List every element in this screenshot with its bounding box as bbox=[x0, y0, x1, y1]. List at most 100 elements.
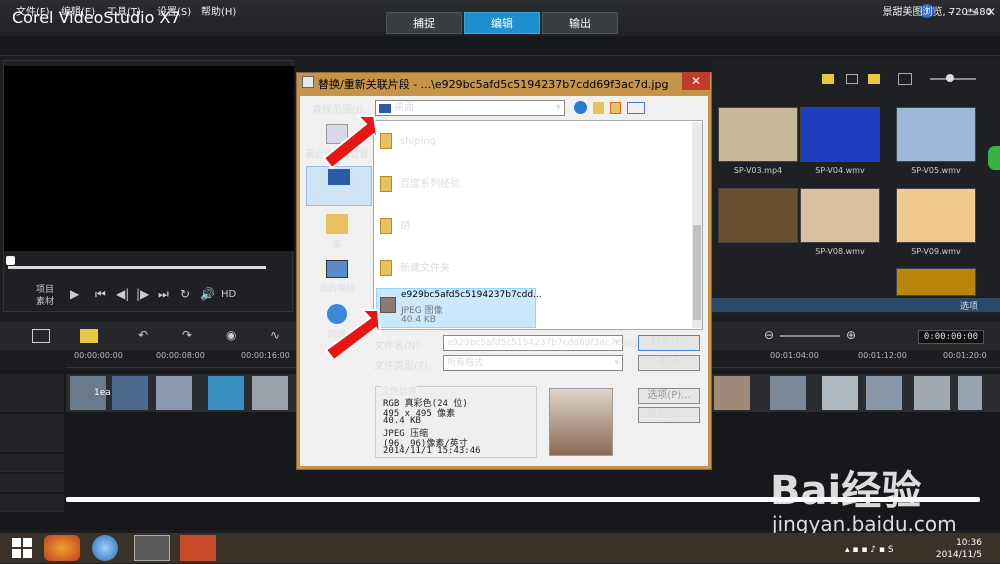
voice-track-header[interactable] bbox=[0, 474, 64, 492]
place-libraries[interactable]: 库 bbox=[304, 214, 370, 250]
timecode-display[interactable]: 0:00:00:00 bbox=[918, 330, 984, 344]
hd-button[interactable]: HD bbox=[221, 289, 236, 300]
view-thumbnail-icon[interactable] bbox=[822, 74, 834, 84]
clip-mode-label[interactable]: 素材 bbox=[36, 294, 54, 307]
lookin-dropdown[interactable]: 桌面 ▾ bbox=[375, 100, 565, 116]
library-clip[interactable] bbox=[896, 268, 976, 296]
menu-help[interactable]: 帮助(H) bbox=[201, 3, 236, 18]
ruler-label: 00:01:12:00 bbox=[858, 351, 907, 360]
timeline-clip[interactable] bbox=[112, 376, 148, 410]
menu-tools[interactable]: 工具(T) bbox=[107, 3, 141, 18]
view-list-icon[interactable] bbox=[846, 74, 858, 84]
cancel-button[interactable]: 取消 bbox=[638, 355, 700, 371]
library-icon bbox=[326, 214, 348, 234]
undo-icon[interactable]: ↶ bbox=[138, 328, 148, 342]
prev-frame-icon[interactable]: ◀| bbox=[116, 287, 129, 301]
start-windows-icon[interactable] bbox=[6, 535, 42, 561]
music-track-header[interactable] bbox=[0, 494, 64, 512]
thumb-size-handle[interactable] bbox=[946, 74, 954, 82]
tray-icons[interactable]: ▴ ▪ ▪ ♪ ▪ S bbox=[845, 545, 894, 555]
menu-file[interactable]: 文件(F) bbox=[16, 3, 50, 18]
timeline-clip[interactable] bbox=[208, 376, 244, 410]
video-track-header[interactable] bbox=[0, 374, 64, 412]
library-clip[interactable] bbox=[718, 107, 798, 162]
taskbar-clock[interactable]: 10:36 2014/11/5 bbox=[936, 537, 982, 561]
next-frame-icon[interactable]: |▶ bbox=[136, 287, 149, 301]
repeat-icon[interactable]: ↻ bbox=[180, 287, 190, 301]
library-options-button[interactable]: 选项 bbox=[960, 299, 978, 312]
overlay-track-header[interactable] bbox=[0, 414, 64, 452]
folder-item[interactable]: shiping bbox=[380, 133, 436, 149]
chevron-down-icon: ▾ bbox=[555, 102, 561, 113]
go-end-icon[interactable]: ⏭ bbox=[158, 287, 169, 302]
options-button[interactable]: 选项(P)... bbox=[638, 388, 700, 404]
storyboard-view-icon[interactable] bbox=[32, 329, 50, 343]
selected-file-size: 40.4 KB bbox=[401, 315, 436, 325]
computer-icon bbox=[326, 260, 348, 278]
open-button[interactable]: 打开(O) bbox=[638, 335, 700, 351]
library-clip[interactable] bbox=[896, 188, 976, 243]
dialog-close-button[interactable]: ✕ bbox=[682, 72, 710, 90]
timeline-clip[interactable] bbox=[822, 376, 858, 410]
timeline-view-icon[interactable] bbox=[80, 329, 98, 343]
view-grid-icon[interactable] bbox=[868, 74, 880, 84]
filetype-dropdown[interactable]: 所有格式 ▾ bbox=[443, 355, 623, 371]
library-clip[interactable] bbox=[800, 188, 880, 243]
browse-button[interactable]: 浏览(B)... bbox=[638, 407, 700, 423]
folder-item[interactable]: 新建文件夹 bbox=[380, 259, 450, 276]
filename-input[interactable]: e929bc5afd5c5194237b7cdd69f3ac7d.jpg ▾ bbox=[443, 335, 638, 351]
library-clip-label: SP-V03.mp4 bbox=[733, 166, 783, 175]
ruler-label: 00:00:08:00 bbox=[156, 351, 205, 360]
tab-output[interactable]: 输出 bbox=[542, 12, 618, 34]
volume-icon[interactable]: 🔊 bbox=[200, 287, 215, 301]
title-track-header[interactable] bbox=[0, 454, 64, 472]
library-clip-label: SP-V09.wmv bbox=[911, 247, 961, 256]
timeline-clip[interactable] bbox=[156, 376, 192, 410]
browser-taskbar-icon[interactable] bbox=[92, 535, 118, 561]
scrollbar-thumb[interactable] bbox=[693, 225, 701, 320]
new-folder-icon[interactable] bbox=[610, 102, 621, 114]
powerpoint-taskbar-icon[interactable] bbox=[180, 535, 216, 561]
place-desktop[interactable]: 桌面 bbox=[306, 166, 372, 206]
play-icon[interactable]: ▶ bbox=[70, 287, 79, 301]
scrub-bar[interactable] bbox=[8, 266, 266, 269]
add-badge-icon[interactable] bbox=[988, 146, 1000, 170]
clock-time: 10:36 bbox=[956, 538, 982, 548]
scrub-handle[interactable] bbox=[6, 256, 15, 265]
ruler-label: 00:01:20:0 bbox=[943, 351, 987, 360]
app-taskbar-icon[interactable] bbox=[44, 535, 80, 561]
timeline-clip[interactable] bbox=[714, 376, 750, 410]
timeline-clip[interactable] bbox=[866, 376, 902, 410]
preview-screen bbox=[4, 66, 294, 251]
import-icon[interactable] bbox=[898, 73, 912, 85]
back-icon[interactable] bbox=[574, 101, 587, 114]
timeline-clip[interactable] bbox=[252, 376, 288, 410]
timeline-clip[interactable] bbox=[958, 376, 982, 410]
place-computer[interactable]: 我的电脑 bbox=[304, 260, 370, 294]
tab-edit[interactable]: 编辑 bbox=[464, 12, 540, 34]
record-capture-icon[interactable]: ◉ bbox=[226, 328, 236, 342]
tab-capture[interactable]: 捕捉 bbox=[386, 12, 462, 34]
place-label: 库 bbox=[332, 240, 342, 250]
menu-edit[interactable]: 编辑(E) bbox=[61, 3, 95, 18]
up-folder-icon[interactable] bbox=[593, 102, 604, 114]
watermark-logo: Bai经验 bbox=[770, 468, 922, 514]
library-clip-label: SP-V04.wmv bbox=[815, 166, 865, 175]
folder-item[interactable]: 胡 bbox=[380, 217, 410, 234]
filetype-value: 所有格式 bbox=[447, 358, 484, 368]
redo-icon[interactable]: ↷ bbox=[182, 328, 192, 342]
videostudio-taskbar-icon[interactable] bbox=[134, 535, 170, 561]
zoom-slider[interactable] bbox=[780, 335, 840, 337]
menu-settings[interactable]: 设置(S) bbox=[157, 3, 191, 18]
library-clip[interactable] bbox=[718, 188, 798, 243]
timeline-clip[interactable] bbox=[914, 376, 950, 410]
go-start-icon[interactable]: ⏮ bbox=[95, 287, 106, 302]
zoom-in-icon[interactable]: ⊕ bbox=[846, 328, 856, 342]
timeline-clip[interactable] bbox=[770, 376, 806, 410]
zoom-out-icon[interactable]: ⊖ bbox=[764, 328, 774, 342]
view-menu-icon[interactable] bbox=[627, 102, 645, 114]
library-clip[interactable] bbox=[896, 107, 976, 162]
folder-item[interactable]: 百度系列经验 bbox=[380, 175, 460, 192]
library-clip[interactable] bbox=[800, 107, 880, 162]
sound-mixer-icon[interactable]: ∿ bbox=[270, 328, 280, 342]
